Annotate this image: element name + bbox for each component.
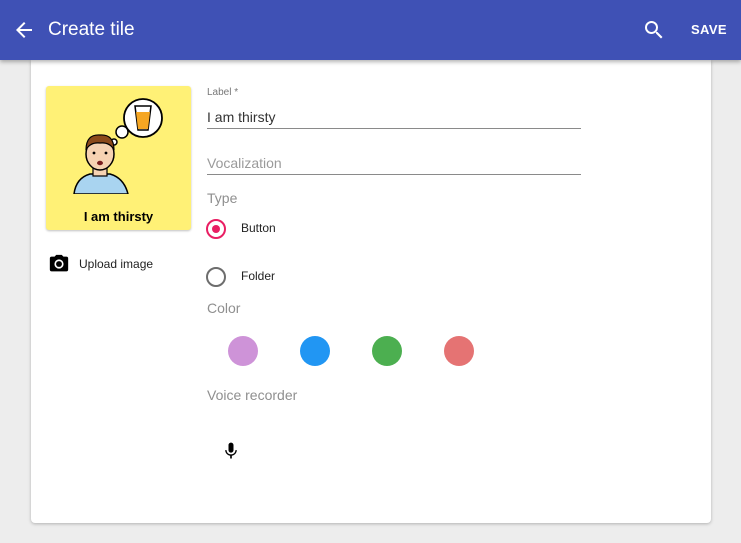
microphone-icon[interactable] — [221, 440, 241, 462]
voice-recorder-label: Voice recorder — [207, 387, 298, 403]
color-swatch-green[interactable] — [372, 336, 402, 366]
thirsty-person-pictogram — [73, 98, 163, 194]
search-icon[interactable] — [642, 18, 666, 42]
back-arrow-icon[interactable] — [12, 18, 36, 42]
color-label: Color — [207, 300, 241, 316]
label-field-caption: Label * — [207, 87, 239, 98]
label-input[interactable] — [207, 106, 581, 129]
save-button[interactable]: SAVE — [684, 18, 734, 42]
app-bar: Create tile SAVE — [0, 0, 741, 60]
tile-preview: I am thirsty — [46, 86, 191, 230]
type-option-label: Button — [241, 221, 276, 235]
type-option-label: Folder — [241, 269, 276, 283]
upload-image-label: Upload image — [79, 257, 154, 271]
camera-icon — [49, 254, 69, 272]
color-swatch-red[interactable] — [444, 336, 474, 366]
color-swatch-blue[interactable] — [300, 336, 330, 366]
vocalization-input[interactable] — [207, 152, 581, 175]
page-title: Create tile — [48, 19, 135, 40]
radio-button-checked[interactable] — [206, 219, 226, 239]
tile-label: I am thirsty — [83, 209, 154, 224]
color-swatch-purple[interactable] — [228, 336, 258, 366]
radio-button-unchecked[interactable] — [206, 267, 226, 287]
type-label: Type — [207, 190, 238, 206]
tile-editor-card: I am thirsty Upload image Label * Type B… — [31, 60, 711, 523]
